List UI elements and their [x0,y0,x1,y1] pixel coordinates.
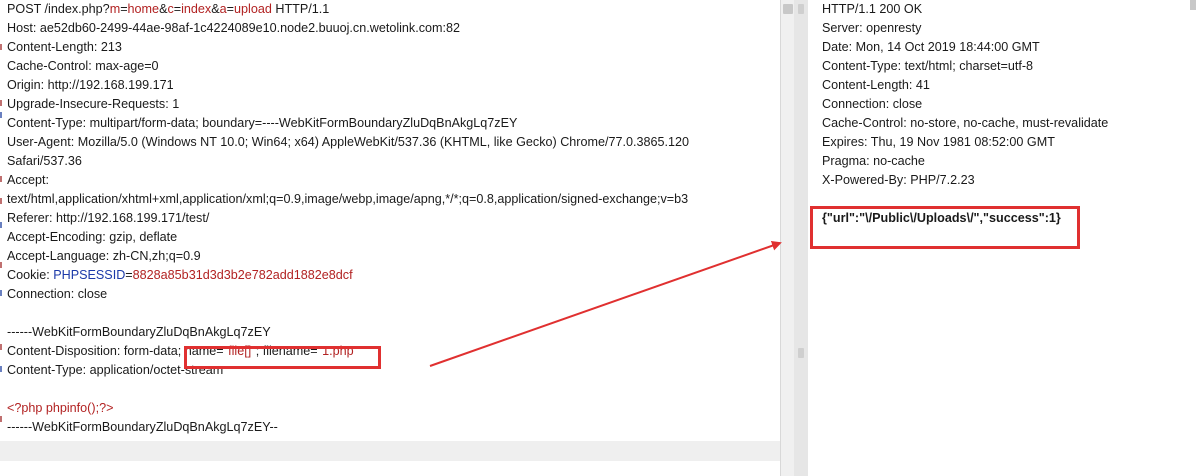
header-accept-encoding: Accept-Encoding: gzip, deflate [7,230,178,244]
header-host: Host: ae52db60-2499-44ae-98af-1c4224089e… [7,21,461,35]
header-accept: Accept: [7,173,49,187]
resp-header-date: Date: Mon, 14 Oct 2019 18:44:00 GMT [822,40,1040,54]
resp-header-cache-control: Cache-Control: no-store, no-cache, must-… [822,116,1109,130]
divider-grip-mid[interactable] [798,348,804,358]
request-scrollbar[interactable] [780,0,795,476]
header-referer: Referer: http://192.168.199.171/test/ [7,211,210,225]
response-highlight-box [810,206,1080,249]
boundary-end-line: ------WebKitFormBoundaryZluDqBnAkgLq7zEY… [7,420,278,434]
resp-header-content-type: Content-Type: text/html; charset=utf-8 [822,59,1034,73]
header-origin: Origin: http://192.168.199.171 [7,78,174,92]
response-scrollbar-thumb[interactable] [1190,0,1196,10]
header-accept-language: Accept-Language: zh-CN,zh;q=0.9 [7,249,201,263]
response-lines: HTTP/1.1 200 OK Server: openresty Date: … [822,0,1196,228]
divider-grip-top[interactable] [798,4,804,14]
php-payload-line: <?php phpinfo();?> [7,401,114,415]
resp-header-content-length: Content-Length: 41 [822,78,930,92]
boundary-line: ------WebKitFormBoundaryZluDqBnAkgLq7zEY [7,325,271,339]
header-connection: Connection: close [7,287,108,301]
request-editor-bottom-strip [0,441,780,461]
content-disposition-line: Content-Disposition: form-data; name="fi… [7,344,359,358]
filename-highlight-box [184,346,381,369]
header-user-agent-cont: Safari/537.36 [7,154,82,168]
resp-header-expires: Expires: Thu, 19 Nov 1981 08:52:00 GMT [822,135,1055,149]
header-cache-control: Cache-Control: max-age=0 [7,59,159,73]
response-status-line: HTTP/1.1 200 OK [822,2,923,16]
request-scrollbar-thumb[interactable] [783,4,793,14]
request-editor[interactable]: POST /index.php?m=home&c=index&a=upload … [0,0,780,476]
header-content-type: Content-Type: multipart/form-data; bound… [7,116,518,130]
part-content-type-line: Content-Type: application/octet-stream [7,363,224,377]
header-accept-value: text/html,application/xhtml+xml,applicat… [7,192,689,206]
resp-header-pragma: Pragma: no-cache [822,154,925,168]
header-content-length: Content-Length: 213 [7,40,122,54]
header-user-agent: User-Agent: Mozilla/5.0 (Windows NT 10.0… [7,135,690,149]
header-cookie: Cookie: PHPSESSID=8828a85b31d3d3b2e782ad… [7,268,353,282]
resp-header-server: Server: openresty [822,21,922,35]
gutter-marks [0,0,2,476]
request-line: POST /index.php?m=home&c=index&a=upload … [7,2,330,16]
header-upgrade-insecure: Upgrade-Insecure-Requests: 1 [7,97,180,111]
pane-divider[interactable] [794,0,808,476]
resp-header-connection: Connection: close [822,97,923,111]
request-lines: POST /index.php?m=home&c=index&a=upload … [7,0,780,437]
resp-header-x-powered-by: X-Powered-By: PHP/7.2.23 [822,173,975,187]
